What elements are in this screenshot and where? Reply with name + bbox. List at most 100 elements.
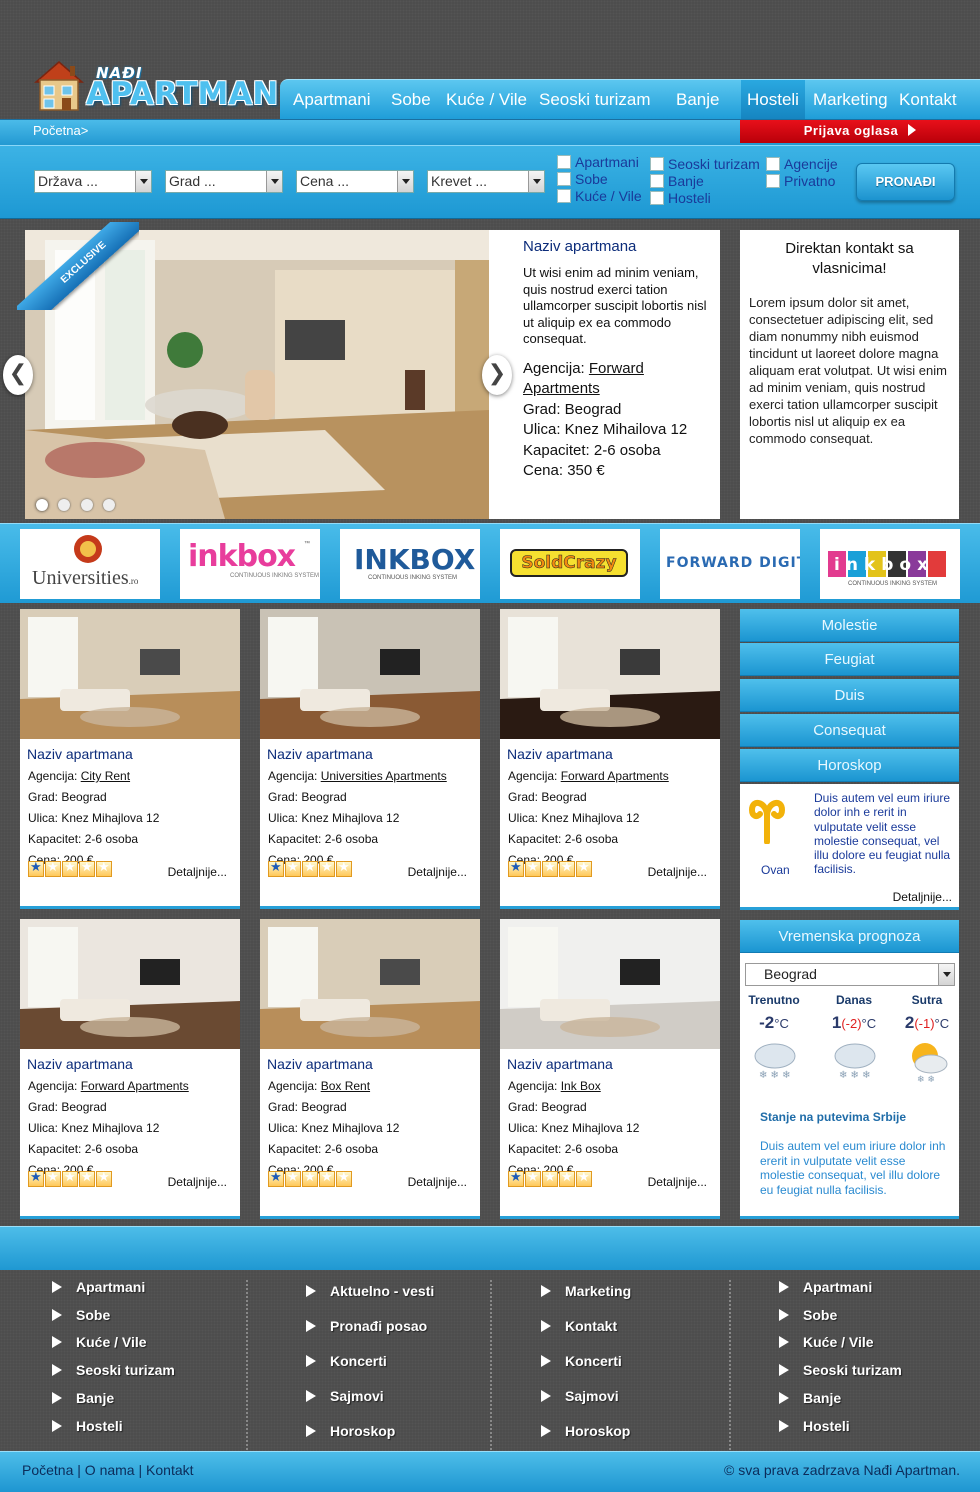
nav-banje[interactable]: Banje [676, 90, 719, 110]
agency-link[interactable]: Forward Apartments [561, 769, 669, 783]
star-icon[interactable] [525, 860, 541, 877]
partner-inkbox-logo[interactable]: inkbox CONTINUOUS INKING SYSTEM ™ [180, 529, 320, 599]
bottom-link-home[interactable]: Početna [22, 1462, 73, 1478]
star-icon[interactable] [285, 1170, 301, 1187]
star-icon[interactable] [268, 860, 284, 877]
agency-link[interactable]: City Rent [81, 769, 130, 783]
submit-listing-button[interactable]: Prijava oglasa [740, 120, 980, 143]
search-button[interactable]: PRONAĐI [856, 163, 955, 201]
agency-link[interactable]: Box Rent [321, 1079, 370, 1093]
nav-marketing[interactable]: Marketing [813, 90, 888, 110]
star-rating[interactable] [268, 1170, 353, 1189]
checkbox[interactable] [650, 157, 664, 171]
featured-apartment-title[interactable]: Naziv apartmana [523, 238, 713, 255]
slider-dot[interactable] [36, 499, 48, 511]
slider-dot[interactable] [103, 499, 115, 511]
details-link[interactable]: Detaljnije... [408, 1175, 467, 1189]
agency-link[interactable]: Ink Box [561, 1079, 601, 1093]
apartment-title[interactable]: Naziv apartmana [267, 746, 373, 762]
city-select[interactable]: Grad ... [165, 170, 283, 193]
side-tab-consequat[interactable]: Consequat [740, 714, 959, 747]
details-link[interactable]: Detaljnije... [168, 865, 227, 879]
star-icon[interactable] [302, 860, 318, 877]
footer-link[interactable]: Koncerti [306, 1353, 387, 1369]
apartment-photo[interactable] [20, 609, 240, 739]
star-rating[interactable] [508, 1170, 593, 1189]
agency-link[interactable]: Forward Apartments [81, 1079, 189, 1093]
details-link[interactable]: Detaljnije... [168, 1175, 227, 1189]
road-conditions-title[interactable]: Stanje na putevima Srbije [760, 1110, 906, 1124]
filter-kuce-vile[interactable]: Kuće / Vile [557, 189, 642, 205]
apartment-photo[interactable] [20, 919, 240, 1049]
apartment-title[interactable]: Naziv apartmana [27, 1056, 133, 1072]
filter-banje[interactable]: Banje [650, 174, 704, 190]
footer-link[interactable]: Sobe [778, 1307, 837, 1323]
details-link[interactable]: Detaljnije... [408, 865, 467, 879]
slider-dot[interactable] [58, 499, 70, 511]
star-icon[interactable] [79, 860, 95, 877]
nav-kuce-vile[interactable]: Kuće / Vile [446, 90, 527, 110]
side-tab-horoskop[interactable]: Horoskop [740, 749, 959, 782]
star-icon[interactable] [319, 1170, 335, 1187]
details-link[interactable]: Detaljnije... [648, 865, 707, 879]
checkbox[interactable] [650, 191, 664, 205]
footer-link[interactable]: Hosteli [779, 1418, 850, 1434]
filter-seoski-turizam[interactable]: Seoski turizam [650, 157, 760, 173]
star-icon[interactable] [45, 860, 61, 877]
checkbox[interactable] [557, 172, 571, 186]
slider-dot[interactable] [81, 499, 93, 511]
country-select[interactable]: Država ... [34, 170, 152, 193]
filter-agencije[interactable]: Agencije [766, 157, 838, 173]
filter-sobe[interactable]: Sobe [557, 172, 608, 188]
star-icon[interactable] [525, 1170, 541, 1187]
star-icon[interactable] [62, 860, 78, 877]
partner-inkbox-blue-logo[interactable]: INKBOX CONTINUOUS INKING SYSTEM [340, 529, 480, 599]
footer-link[interactable]: Sajmovi [541, 1388, 619, 1404]
apartment-card[interactable]: Naziv apartmana Agencija: Box Rent Grad: B… [260, 919, 480, 1219]
footer-link[interactable]: Seoski turizam [52, 1362, 175, 1378]
site-logo[interactable]: NAĐI APARTMAN [34, 56, 278, 116]
apartment-card[interactable]: Naziv apartmana Agencija: City Rent Grad: … [20, 609, 240, 909]
footer-link[interactable]: Sajmovi [306, 1388, 384, 1404]
star-icon[interactable] [559, 1170, 575, 1187]
star-icon[interactable] [285, 860, 301, 877]
checkbox[interactable] [650, 174, 664, 188]
apartment-card[interactable]: Naziv apartmana Agencija: Forward Apartme… [20, 919, 240, 1219]
details-link[interactable]: Detaljnije... [648, 1175, 707, 1189]
star-icon[interactable] [508, 860, 524, 877]
footer-link[interactable]: Aktuelno - vesti [305, 1283, 434, 1299]
star-icon[interactable] [508, 1170, 524, 1187]
star-icon[interactable] [96, 1170, 112, 1187]
apartment-photo[interactable] [500, 919, 720, 1049]
star-rating[interactable] [508, 860, 593, 879]
filter-hosteli[interactable]: Hosteli [650, 191, 711, 207]
star-icon[interactable] [542, 1170, 558, 1187]
partner-forward-digital-logo[interactable]: FORWARD DIGITAL [660, 529, 800, 599]
footer-link[interactable]: Apartmani [778, 1279, 872, 1295]
footer-link[interactable]: Kuće / Vile [52, 1334, 147, 1350]
footer-link[interactable]: Marketing [540, 1283, 631, 1299]
footer-link[interactable]: Hosteli [52, 1418, 123, 1434]
slider-next-button[interactable]: ❯ [482, 355, 512, 395]
apartment-photo[interactable] [500, 609, 720, 739]
bed-select[interactable]: Krevet ... [427, 170, 545, 193]
star-icon[interactable] [302, 1170, 318, 1187]
footer-link[interactable]: Horoskop [305, 1423, 395, 1439]
footer-link[interactable]: Kontakt [540, 1318, 617, 1334]
star-icon[interactable] [96, 860, 112, 877]
apartment-card[interactable]: Naziv apartmana Agencija: Universities Ap… [260, 609, 480, 909]
apartment-card[interactable]: Naziv apartmana Agencija: Forward Apartme… [500, 609, 720, 909]
footer-link[interactable]: Apartmani [51, 1279, 145, 1295]
footer-link[interactable]: Sobe [51, 1307, 110, 1323]
star-icon[interactable] [576, 1170, 592, 1187]
star-icon[interactable] [336, 860, 352, 877]
apartment-title[interactable]: Naziv apartmana [507, 1056, 613, 1072]
checkbox[interactable] [766, 174, 780, 188]
star-rating[interactable] [28, 860, 113, 879]
apartment-title[interactable]: Naziv apartmana [507, 746, 613, 762]
star-icon[interactable] [559, 860, 575, 877]
nav-hosteli[interactable]: Hosteli [747, 90, 799, 110]
footer-link[interactable]: Horoskop [540, 1423, 630, 1439]
nav-seoski-turizam[interactable]: Seoski turizam [539, 90, 650, 110]
partner-inkbox-color-logo[interactable]: inkbox CONTINUOUS INKING SYSTEM [820, 529, 960, 599]
